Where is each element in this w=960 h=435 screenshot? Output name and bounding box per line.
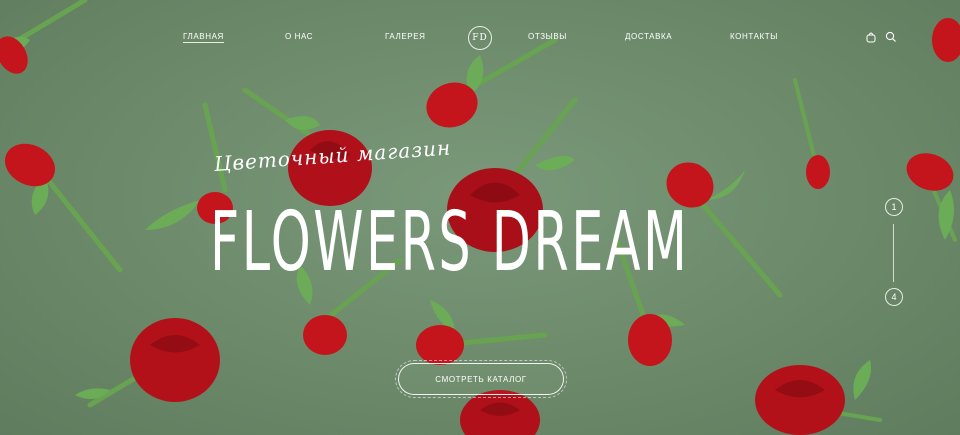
- nav-item-home[interactable]: ГЛАВНАЯ: [183, 32, 224, 43]
- search-icon[interactable]: [884, 30, 898, 44]
- nav-item-delivery[interactable]: ДОСТАВКА: [625, 32, 672, 41]
- slider-pager: 1 4: [884, 196, 904, 308]
- cart-icon[interactable]: [864, 30, 878, 44]
- nav-item-reviews[interactable]: ОТЗЫВЫ: [528, 32, 567, 41]
- pager-current[interactable]: 1: [885, 198, 903, 216]
- main-nav: ГЛАВНАЯ О НАС ГАЛЕРЕЯ FD ОТЗЫВЫ ДОСТАВКА…: [0, 26, 960, 50]
- pager-divider: [893, 224, 894, 282]
- nav-item-about[interactable]: О НАС: [285, 32, 313, 41]
- site-logo[interactable]: FD: [468, 26, 492, 50]
- pager-total[interactable]: 4: [885, 288, 903, 306]
- nav-item-contacts[interactable]: КОНТАКТЫ: [730, 32, 778, 41]
- hero-title: FLOWERS DREAM: [210, 195, 690, 290]
- nav-item-gallery[interactable]: ГАЛЕРЕЯ: [385, 32, 426, 41]
- view-catalog-button[interactable]: СМОТРЕТЬ КАТАЛОГ: [395, 360, 567, 398]
